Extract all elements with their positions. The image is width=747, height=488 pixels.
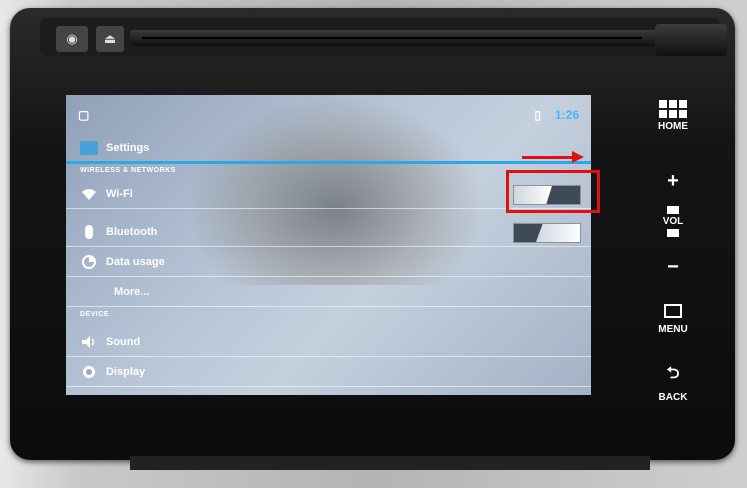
menu-button[interactable]: MENU bbox=[638, 304, 708, 335]
plus-icon: + bbox=[667, 170, 679, 192]
back-button[interactable]: ⮌ BACK bbox=[638, 362, 708, 403]
bluetooth-toggle[interactable] bbox=[513, 223, 581, 243]
section-device: DEVICE bbox=[80, 311, 110, 318]
home-label: HOME bbox=[658, 121, 688, 132]
display-icon bbox=[82, 365, 96, 379]
unit-bottom bbox=[130, 456, 650, 470]
settings-item-data-usage[interactable]: Data usage bbox=[66, 247, 591, 277]
touch-screen: ▢ ▯ 1:26 Settings WIRELESS & NETWORKS Wi… bbox=[66, 95, 591, 395]
home-button[interactable]: HOME bbox=[638, 100, 708, 132]
settings-item-label: Data usage bbox=[106, 255, 165, 268]
section-wireless-networks: WIRELESS & NETWORKS bbox=[80, 167, 176, 174]
settings-item-label: Display bbox=[106, 365, 146, 378]
bluetooth-icon bbox=[82, 224, 96, 239]
settings-item-label: Bluetooth bbox=[106, 225, 158, 238]
sound-icon bbox=[82, 335, 96, 349]
volume-down-button[interactable]: − bbox=[638, 256, 708, 279]
right-panel-knob bbox=[655, 24, 727, 56]
settings-app-icon bbox=[80, 141, 98, 155]
status-bar: ▢ ▯ 1:26 bbox=[66, 95, 591, 135]
vol-label: VOL bbox=[662, 216, 684, 227]
page-title: Settings bbox=[106, 142, 150, 154]
title-divider bbox=[66, 161, 591, 164]
photo-background: ◉ ⏏ ▢ ▯ 1:26 Settings WIRELESS & NETWORK… bbox=[0, 0, 747, 488]
minus-icon: − bbox=[667, 256, 679, 278]
data-usage-icon bbox=[82, 254, 96, 269]
annotation-highlight-box bbox=[506, 170, 600, 213]
clock: 1:26 bbox=[554, 108, 579, 122]
back-icon: ⮌ bbox=[666, 365, 680, 382]
home-grid-icon bbox=[659, 100, 687, 118]
settings-item-display[interactable]: Display bbox=[66, 357, 591, 387]
settings-item-label: More... bbox=[114, 285, 150, 298]
notification-icon: ▢ bbox=[78, 108, 90, 122]
menu-icon bbox=[664, 304, 682, 318]
eject-button[interactable]: ⏏ bbox=[96, 26, 124, 52]
settings-item-more[interactable]: More... bbox=[66, 277, 591, 307]
disc-icon[interactable]: ◉ bbox=[56, 26, 88, 52]
volume-up-button[interactable]: + bbox=[638, 170, 708, 193]
settings-item-label: Sound bbox=[106, 335, 141, 348]
settings-title-bar: Settings bbox=[66, 135, 591, 161]
menu-label: MENU bbox=[658, 324, 688, 335]
annotation-arrow bbox=[522, 156, 574, 159]
wifi-icon bbox=[82, 187, 96, 201]
settings-item-bluetooth[interactable]: Bluetooth bbox=[66, 217, 591, 247]
cd-slot bbox=[130, 30, 660, 46]
settings-item-sound[interactable]: Sound bbox=[66, 327, 591, 357]
annotation-arrow-head bbox=[572, 151, 584, 163]
volume-label: VOL bbox=[638, 206, 708, 237]
settings-item-label: Wi-Fi bbox=[106, 187, 133, 200]
toggle-knob bbox=[536, 224, 580, 242]
back-label: BACK bbox=[658, 392, 688, 403]
battery-icon: ▯ bbox=[534, 108, 541, 122]
